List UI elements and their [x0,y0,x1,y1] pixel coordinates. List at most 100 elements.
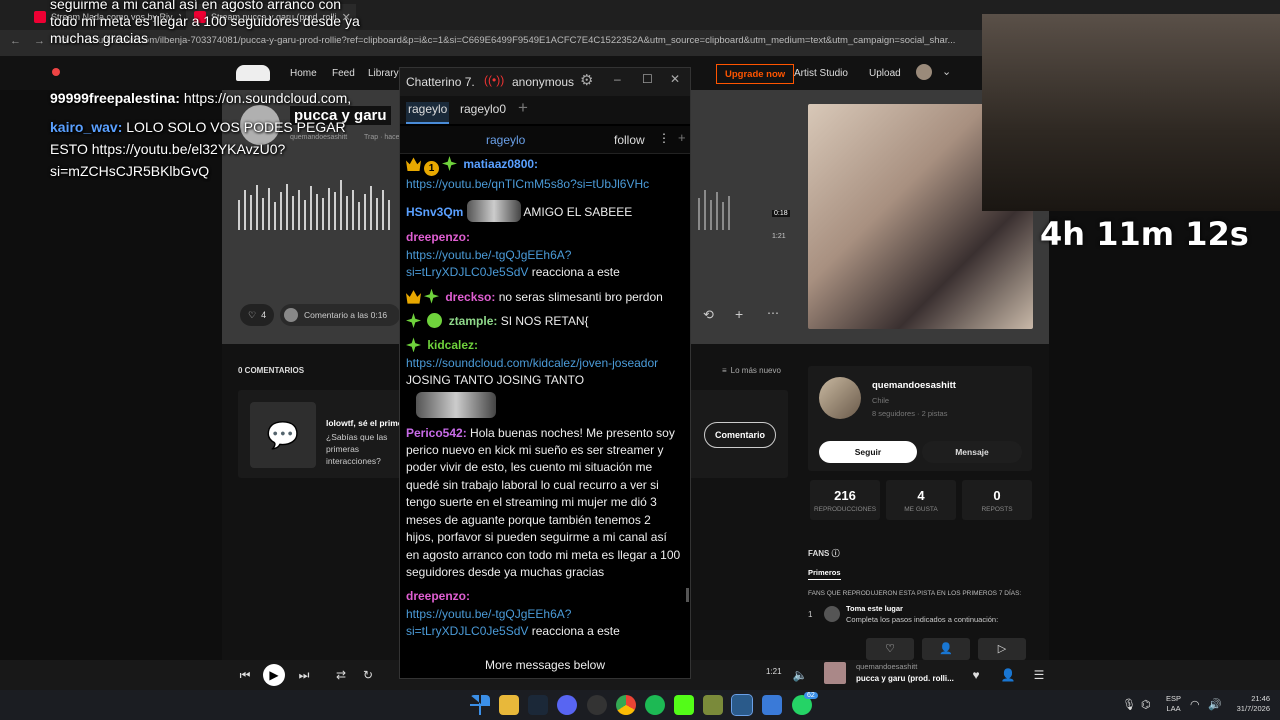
minimize-icon[interactable]: – [614,72,621,86]
chat-scrollbar[interactable] [686,588,689,602]
tab-primeros[interactable]: Primeros [808,568,841,580]
webcam-feed [982,14,1280,211]
sort-dropdown[interactable]: ≡ Lo más nuevo [722,366,781,375]
emote-image [466,200,521,223]
player-track[interactable]: pucca y garu (prod. rolli... [856,674,954,683]
obs-icon[interactable] [587,695,607,715]
overlay-chat-line: kairo_wav: LOLO SOLO VOS PODES PEGAR EST… [50,119,346,179]
chatterino-icon[interactable] [731,694,753,716]
comment-input[interactable]: Comentario a las 0:16 [280,304,400,326]
overlay-chat-line: 99999freepalestina: https://on.soundclou… [50,90,352,106]
steam-icon[interactable] [528,695,548,715]
forward-icon[interactable]: → [34,35,45,47]
volume-icon[interactable]: 🔈 [789,664,811,686]
tab-rageylo[interactable]: rageylo [406,102,450,124]
stream-timer: 4h 11m 12s [1040,215,1249,253]
notification-badge: 62 [804,692,818,699]
previous-icon[interactable]: ⏮ [234,664,256,686]
shuffle-icon[interactable]: ⇄ [330,664,352,686]
fans-item-title: Toma este lugar [846,604,903,613]
microphone-icon[interactable]: 🎙 [1122,698,1136,711]
add-to-playlist-icon[interactable]: + [735,306,743,322]
chat-message: kidcalez: https://soundcloud.com/kidcale… [406,337,682,418]
channel-name[interactable]: rageylo [486,133,525,147]
chatterino-title: Chatterino 7. [406,75,475,89]
fans-subtitle: FANS QUE REPRODUJERON ESTA PISTA EN LOS … [808,590,1022,597]
chat-message: ztample: SI NOS RETAN{ [406,313,682,330]
follow-icon[interactable]: 👤 [997,664,1019,686]
repeat-icon[interactable]: ↻ [357,664,379,686]
profile-country: Chile [872,396,890,405]
add-split-icon[interactable]: + [678,130,686,145]
avatar [284,308,298,322]
player-artwork [824,662,846,684]
back-icon[interactable]: ← [10,35,21,47]
clock[interactable]: 21:46 31/7/2026 [1226,694,1270,714]
close-icon[interactable]: ✕ [670,72,680,86]
channel-header: rageylo follow ⋮ + [400,126,690,154]
crown-badge-icon [406,157,421,171]
discord-icon[interactable] [557,695,577,715]
account-name[interactable]: anonymous [512,75,574,89]
queue-icon[interactable]: ☰ [1028,664,1050,686]
stat-likes: 4 ME GUSTA [886,480,956,520]
chat-message: dreepenzo: https://youtu.be/-tgQJgEEh6A?… [406,589,620,639]
fans-item-body: Completa los pasos indicados a continuac… [846,615,999,624]
nav-library[interactable]: Library [368,68,399,79]
settings-gear-icon[interactable]: ⚙ [580,71,593,89]
stat-plays: 216 REPRODUCCIONES [810,480,880,520]
windows-taskbar [0,690,1280,720]
like-button[interactable]: ♡ 4 [240,304,275,326]
profile-followers: 8 seguidores · 2 pistas [872,409,948,418]
star-badge-icon [406,313,421,329]
more-icon[interactable]: ⋯ [767,306,779,320]
speaker-icon[interactable]: 🔊 [1208,698,1222,711]
more-messages-below[interactable]: More messages below [400,658,690,678]
chat-message: dreepenzo: https://youtu.be/-tgQJgEEh6A?… [406,230,620,280]
nav-upload[interactable]: Upload [869,68,901,79]
play-icon[interactable]: ▷ [978,638,1026,660]
chevron-down-icon[interactable]: ⌄ [942,65,951,78]
wifi-icon[interactable]: ◠ [1190,698,1200,711]
repost-icon[interactable]: ⟲ [703,307,714,323]
upgrade-button[interactable]: Upgrade now [716,64,795,84]
notepad-icon[interactable] [762,695,782,715]
chrome-icon[interactable] [616,695,636,715]
chat-message: Perico542: Hola buenas noches! Me presen… [406,425,681,579]
nav-feed[interactable]: Feed [332,68,355,79]
next-icon[interactable]: ⏭ [293,664,315,686]
follow-button[interactable]: follow [614,133,645,147]
maximize-icon[interactable]: ☐ [642,72,653,86]
comment-button[interactable]: Comentario [704,422,776,448]
live-icon: ((•)) [484,73,505,87]
profile-name[interactable]: quemandoesashitt [872,380,956,391]
heart-icon: ♡ [248,309,257,320]
file-explorer-icon[interactable] [499,695,519,715]
nav-home[interactable]: Home [290,68,317,79]
stat-reposts: 0 REPOSTS [962,480,1032,520]
spotify-icon[interactable] [645,695,665,715]
time-current: 0:18 [772,210,790,217]
profile-avatar[interactable] [819,377,861,419]
info-icon[interactable]: ⓘ [832,549,840,558]
soundcloud-logo-icon[interactable] [236,65,270,81]
kick-icon[interactable] [674,695,694,715]
user-avatar[interactable] [916,64,932,80]
user-add-icon[interactable]: 👤 [922,638,970,660]
app-icon[interactable] [703,695,723,715]
network-icon[interactable]: ⌬ [1141,698,1151,711]
heart-icon[interactable]: ♡ [866,638,914,660]
emote-image [416,391,496,418]
language-indicator[interactable]: ESP LAA [1166,694,1181,714]
chatterino-window: Chatterino 7. ((•)) anonymous ⚙ – ☐ ✕ ra… [399,67,691,679]
heart-icon[interactable]: ♥ [965,664,987,686]
follow-button[interactable]: Seguir [819,441,917,463]
player-artist[interactable]: quemandoesashitt [856,662,917,671]
time-total: 1:21 [772,233,786,240]
add-tab-icon[interactable]: + [518,98,528,118]
play-pause-button[interactable]: ▶ [263,664,285,686]
message-button[interactable]: Mensaje [922,441,1022,463]
nav-artist-studio[interactable]: Artist Studio [794,68,848,79]
more-vertical-icon[interactable]: ⋮ [658,131,670,145]
tab-rageylo0[interactable]: rageylo0 [460,102,506,124]
